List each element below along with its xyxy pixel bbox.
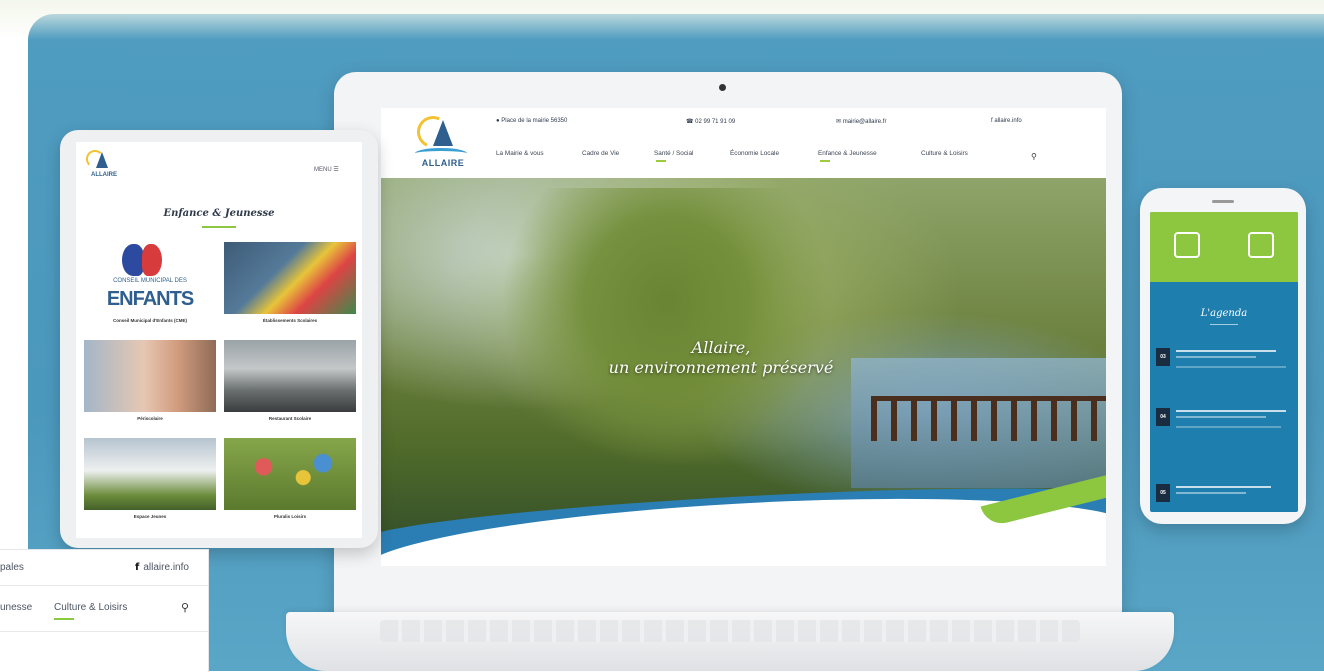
phone-green-header — [1150, 212, 1298, 282]
tablet-logo[interactable]: ALLAIRE — [84, 148, 124, 190]
tablet-screen: ALLAIRE MENU ☰ Enfance & Jeunesse CONSEI… — [76, 142, 362, 538]
logo-church-icon — [433, 120, 453, 146]
tablet-page-title: Enfance & Jeunesse — [163, 208, 275, 219]
tablet-logo-text: ALLAIRE — [91, 172, 117, 178]
overlay-facebook-link[interactable]: f allaire.info — [135, 562, 189, 573]
tile-image — [84, 438, 216, 510]
tile-image — [224, 340, 356, 412]
agenda-text-line — [1176, 356, 1256, 358]
facebook-icon: f — [135, 562, 140, 573]
nav-item-enfance[interactable]: Enfance & Jeunesse — [818, 150, 877, 157]
tile-etablissements[interactable]: Établissements Scolaires — [224, 242, 356, 323]
facebook-text: allaire.info — [143, 562, 189, 573]
laptop-camera — [719, 84, 726, 91]
agenda-item[interactable]: 03 — [1156, 348, 1296, 374]
agenda-text-line — [1176, 426, 1281, 428]
nav-underline — [820, 160, 830, 162]
tile-caption: Conseil Municipal d'Enfants (CME) — [112, 318, 188, 323]
face-blue-shape — [122, 244, 144, 276]
tile-image — [84, 340, 216, 412]
agenda-item[interactable]: 04 — [1156, 408, 1296, 434]
hamburger-icon: ☰ — [333, 167, 339, 173]
nav-item-cadre[interactable]: Cadre de Vie — [582, 150, 619, 157]
hero-image: Allaire, un environnement préservé — [381, 178, 1106, 566]
menu-label: MENU — [314, 167, 332, 173]
tile-cme[interactable]: CONSEIL MUNICIPAL DES ENFANTS Conseil Mu… — [84, 242, 216, 323]
tile-caption: Restaurant Scolaire — [268, 416, 312, 421]
enfants-pre-text: CONSEIL MUNICIPAL DES — [113, 278, 187, 284]
agenda-item[interactable]: 05 — [1156, 484, 1296, 510]
book-icon[interactable] — [1248, 232, 1274, 258]
nav-active-underline — [54, 618, 74, 620]
nav-item-mairie[interactable]: La Mairie & vous — [496, 150, 544, 157]
menu-button[interactable]: MENU ☰ — [314, 166, 339, 173]
nav-item-jeunesse-fragment[interactable]: unesse — [0, 602, 32, 613]
search-icon[interactable]: ⚲ — [181, 601, 189, 614]
tile-restaurant[interactable]: Restaurant Scolaire — [224, 340, 356, 421]
hero-title-line2: un environnement préservé — [608, 358, 834, 377]
nav-item-culture[interactable]: Culture & Loisirs — [921, 150, 968, 157]
hero-title: Allaire, un environnement préservé — [561, 338, 881, 378]
face-red-shape — [142, 244, 162, 276]
laptop-keyboard — [380, 620, 1080, 642]
tile-caption: Périscolaire — [137, 416, 163, 421]
agenda-text-line — [1176, 486, 1271, 488]
agenda-text-line — [1176, 416, 1266, 418]
logo-text: ALLAIRE — [421, 158, 465, 168]
email-link[interactable]: ✉ mairie@allaire.fr — [836, 118, 886, 125]
tile-image — [224, 438, 356, 510]
zoom-overlay: pales f allaire.info unesse Culture & Loi… — [0, 549, 209, 672]
agenda-text-line — [1176, 492, 1246, 494]
tile-pluralis[interactable]: Pluralis Loisirs — [224, 438, 356, 519]
tile-caption: Pluralis Loisirs — [273, 514, 307, 519]
site-logo[interactable]: ALLAIRE — [412, 111, 473, 174]
agenda-date: 05 — [1156, 484, 1170, 502]
phone-screen: L'agenda 03 04 05 — [1150, 212, 1298, 512]
overlay-topbar: pales f allaire.info — [0, 550, 208, 586]
hero-title-line1: Allaire, — [691, 338, 751, 357]
title-underline — [202, 226, 236, 228]
phone-link[interactable]: ☎ 02 99 71 91 09 — [686, 118, 735, 125]
agenda-text-line — [1176, 366, 1286, 368]
agenda-text-line — [1176, 350, 1276, 352]
logo-church-icon — [96, 152, 108, 168]
overlay-nav: unesse Culture & Loisirs ⚲ — [0, 586, 208, 632]
nav-item-economie[interactable]: Économie Locale — [730, 150, 779, 157]
site-header: ALLAIRE ● Place de la mairie 56350 ☎ 02 … — [381, 108, 1106, 178]
agenda-rule — [1210, 324, 1238, 325]
agenda-title: L'agenda — [1200, 308, 1248, 319]
site-nav: La Mairie & vous Cadre de Vie Santé / So… — [496, 150, 1056, 164]
site-topbar: ● Place de la mairie 56350 ☎ 02 99 71 91… — [496, 118, 1056, 132]
tile-espace-jeunes[interactable]: Espace Jeunes — [84, 438, 216, 519]
laptop-screen: ALLAIRE ● Place de la mairie 56350 ☎ 02 … — [381, 108, 1106, 566]
top-glow — [0, 0, 1324, 40]
bus-icon[interactable] — [1174, 232, 1200, 258]
overlay-topbar-fragment: pales — [0, 562, 24, 573]
facebook-link[interactable]: f allaire.info — [991, 118, 1022, 124]
tile-caption: Espace Jeunes — [133, 514, 167, 519]
agenda-date: 03 — [1156, 348, 1170, 366]
tile-caption: Établissements Scolaires — [262, 318, 318, 323]
tile-image: CONSEIL MUNICIPAL DES ENFANTS — [84, 242, 216, 314]
phone-speaker — [1212, 200, 1234, 203]
tile-periscolaire[interactable]: Périscolaire — [84, 340, 216, 421]
hero-willow — [501, 188, 831, 468]
hero-bridge — [871, 396, 1106, 441]
search-icon[interactable]: ⚲ — [1031, 152, 1037, 161]
nav-item-culture-loisirs[interactable]: Culture & Loisirs — [54, 602, 127, 613]
tile-image — [224, 242, 356, 314]
agenda-date: 04 — [1156, 408, 1170, 426]
address-text: ● Place de la mairie 56350 — [496, 118, 568, 124]
nav-underline — [656, 160, 666, 162]
enfants-big-text: ENFANTS — [106, 288, 194, 310]
agenda-text-line — [1176, 410, 1286, 412]
nav-item-sante[interactable]: Santé / Social — [654, 150, 693, 157]
